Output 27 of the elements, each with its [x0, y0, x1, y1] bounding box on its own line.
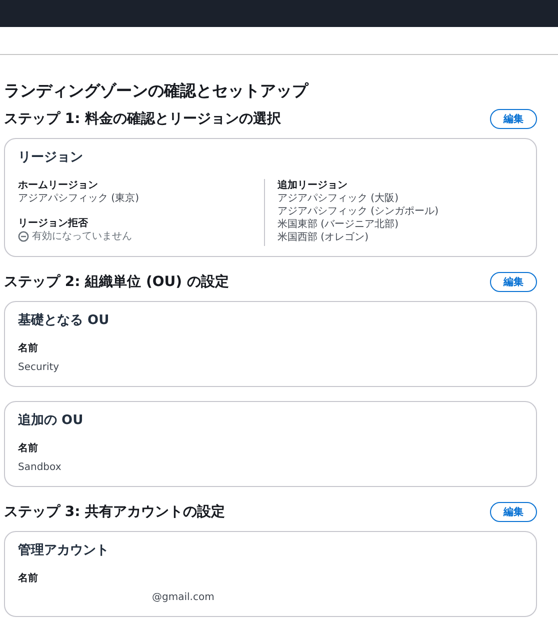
edit-button[interactable]: 編集 — [490, 109, 537, 129]
field-value: @gmail.com — [152, 592, 214, 603]
card-title: 追加の OU — [18, 412, 84, 430]
page-title: ランディングゾーンの確認とセットアップ — [4, 81, 310, 101]
step-heading: ステップ 1: 料金の確認とリージョンの選択 — [4, 110, 282, 128]
field-value: アジアパシフィック (大阪) — [278, 192, 400, 205]
step-heading: ステップ 3: 共有アカウントの設定 — [4, 503, 226, 521]
field-value: 米国西部 (オレゴン) — [278, 231, 370, 244]
card-title: リージョン — [18, 149, 84, 167]
card-title: 基礎となる OU — [18, 312, 110, 330]
field-value: Security — [18, 362, 60, 373]
card-title: 管理アカウント — [18, 542, 110, 560]
step-heading: ステップ 2: 組織単位 (OU) の設定 — [4, 273, 229, 291]
field-value: 有効になっていません — [32, 230, 132, 243]
field-value: アジアパシフィック (東京) — [18, 192, 140, 205]
minus-circle-icon — [18, 231, 29, 242]
field-label: 名前 — [18, 572, 39, 585]
field-value: Sandbox — [18, 462, 62, 473]
field-label: 名前 — [18, 342, 39, 355]
field-value: アジアパシフィック (シンガポール) — [278, 205, 440, 218]
field-value: 米国東部 (バージニア北部) — [278, 218, 400, 231]
field-label: ホームリージョン — [18, 179, 99, 192]
field-label: 名前 — [18, 442, 39, 455]
edit-button[interactable]: 編集 — [490, 502, 537, 522]
field-label: 追加リージョン — [278, 179, 348, 192]
field-label: リージョン拒否 — [18, 217, 89, 230]
edit-button[interactable]: 編集 — [490, 272, 537, 292]
